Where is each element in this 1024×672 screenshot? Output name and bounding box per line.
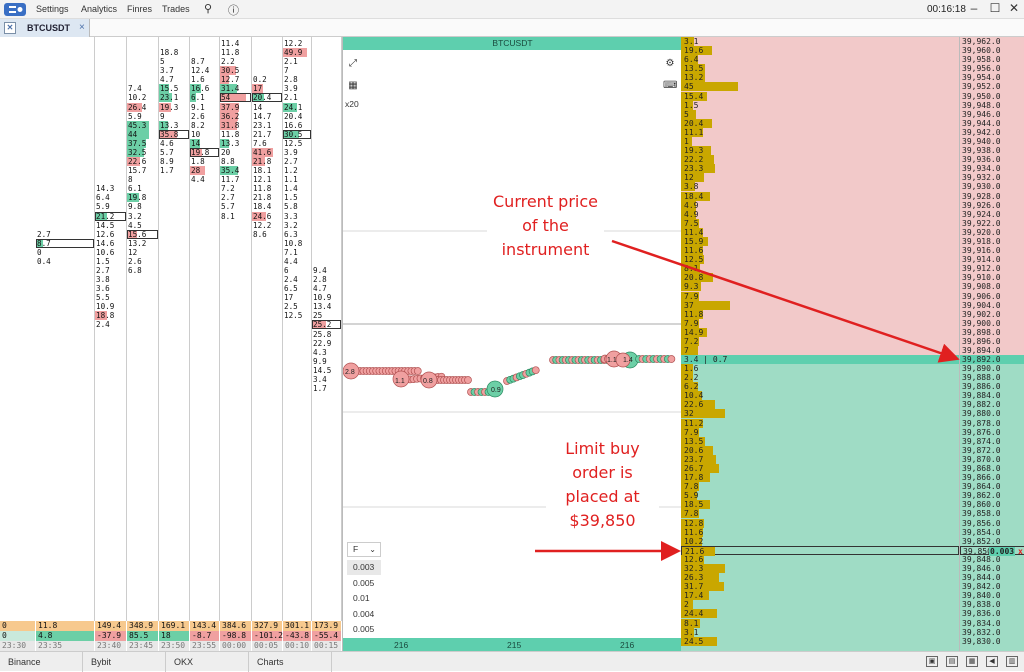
annotation-arrows (535, 239, 960, 561)
status-tab-bybit[interactable]: Bybit (83, 652, 166, 672)
arrow-current-price (611, 239, 960, 363)
status-bar: Binance Bybit OKX Charts ▣ ▤ ▦ ◀ ▥ (0, 651, 1024, 672)
status-tab-charts[interactable]: Charts (249, 652, 332, 672)
sound-icon[interactable]: ◀ (986, 656, 998, 667)
panel-icon[interactable]: ▥ (1006, 656, 1018, 667)
status-tab-binance[interactable]: Binance (0, 652, 83, 672)
layout-icon[interactable]: ▤ (946, 656, 958, 667)
grid-icon[interactable]: ▦ (966, 656, 978, 667)
status-tab-okx[interactable]: OKX (166, 652, 249, 672)
screenshot-icon[interactable]: ▣ (926, 656, 938, 667)
